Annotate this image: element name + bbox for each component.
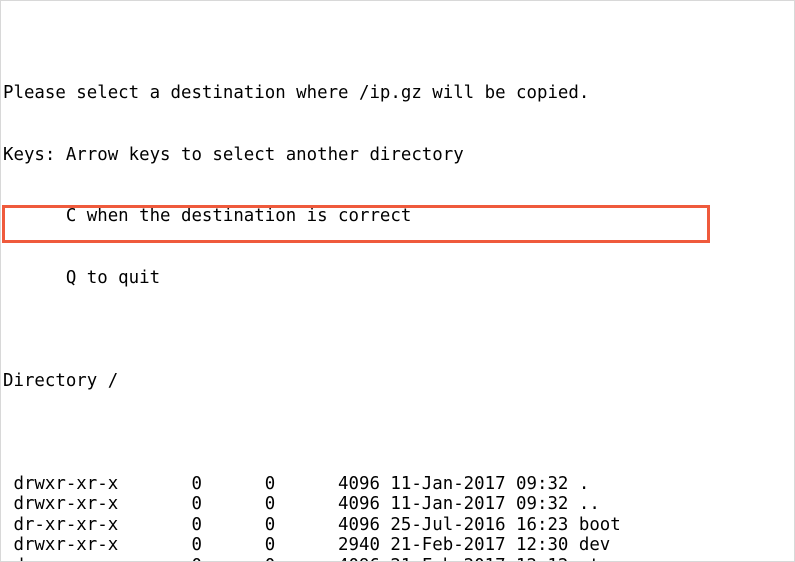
directory-listing[interactable]: drwxr-xr-x 0 0 4096 11-Jan-2017 09:32 . … xyxy=(1,474,794,561)
directory-row[interactable]: drwxr-xr-x 0 0 4096 11-Jan-2017 09:32 .. xyxy=(1,494,794,515)
directory-row[interactable]: drwxr-xr-x 0 0 4096 21-Feb-2017 12:12 et… xyxy=(1,556,794,561)
directory-row[interactable]: drwxr-xr-x 0 0 2940 21-Feb-2017 12:30 de… xyxy=(1,535,794,556)
directory-label: Directory / xyxy=(3,370,119,391)
keys-line-quit: Q to quit xyxy=(3,268,161,289)
prompt-line: Please select a destination where /ip.gz… xyxy=(3,83,590,104)
directory-row[interactable]: dr-xr-xr-x 0 0 4096 25-Jul-2016 16:23 bo… xyxy=(1,515,794,536)
terminal-screen[interactable]: Please select a destination where /ip.gz… xyxy=(1,1,794,561)
keys-line-arrow: Keys: Arrow keys to select another direc… xyxy=(3,144,464,165)
keys-line-confirm: C when the destination is correct xyxy=(3,206,412,227)
directory-row[interactable]: drwxr-xr-x 0 0 4096 11-Jan-2017 09:32 . xyxy=(1,474,794,495)
terminal-window: Please select a destination where /ip.gz… xyxy=(0,0,795,562)
